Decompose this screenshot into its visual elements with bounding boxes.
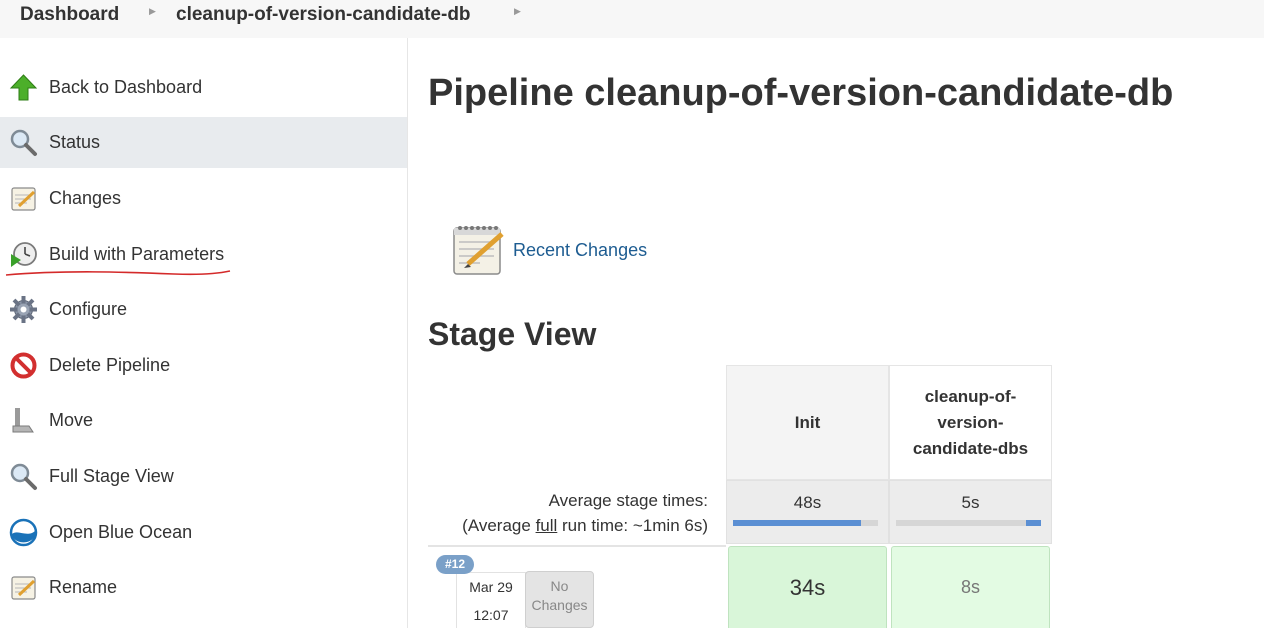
- sidebar-item-move[interactable]: Move: [0, 395, 407, 446]
- avg-time-progress: [896, 520, 1041, 526]
- sidebar-item-configure[interactable]: Configure: [0, 284, 407, 335]
- sidebar-item-label: Delete Pipeline: [49, 355, 171, 375]
- stage-run-cell-cleanup[interactable]: 8s: [891, 546, 1050, 628]
- sidebar-item-label: Rename: [49, 577, 118, 597]
- sidebar-item-full-stage-view[interactable]: Full Stage View: [0, 451, 407, 502]
- notepad-icon: [11, 187, 36, 211]
- chevron-right-icon[interactable]: ▶: [149, 6, 156, 17]
- stage-header-line: version-: [937, 412, 1004, 432]
- sidebar-item-label: Open Blue Ocean: [49, 522, 193, 542]
- sidebar-item-open-blue-ocean[interactable]: Open Blue Ocean: [0, 507, 407, 558]
- stage-run-cell-init[interactable]: 34s: [728, 546, 887, 628]
- sidebar-item-label: Back to Dashboard: [49, 77, 203, 97]
- up-arrow-icon: [9, 74, 38, 101]
- avg-time-progress: [733, 520, 878, 526]
- sidebar-item-back-to-dashboard[interactable]: Back to Dashboard: [0, 62, 407, 113]
- stage-header-label: cleanup-of- version- candidate-dbs: [913, 384, 1028, 462]
- stage-view-title: Stage View: [428, 316, 597, 352]
- move-icon: [12, 408, 34, 433]
- magnifier-icon: [10, 129, 37, 156]
- sidebar-item-label: Build with Parameters: [49, 244, 225, 264]
- notepad-icon: [11, 576, 36, 600]
- stage-header-init: Init: [726, 365, 889, 480]
- page-title: Pipeline cleanup-of-version-candidate-db: [428, 72, 1174, 114]
- breadcrumb-dashboard[interactable]: Dashboard: [20, 4, 119, 26]
- avg-suffix: run time: ~1min 6s): [557, 516, 708, 535]
- stage-header-cleanup: cleanup-of- version- candidate-dbs: [889, 365, 1052, 480]
- clock-play-icon: [11, 242, 37, 267]
- sidebar-item-status[interactable]: Status: [0, 117, 407, 168]
- avg-time-cell-cleanup: 5s: [889, 480, 1052, 544]
- stage-header-line: cleanup-of-: [924, 386, 1017, 406]
- avg-time-value: 48s: [793, 493, 822, 512]
- average-full-run-time: (Average full run time: ~1min 6s): [462, 516, 708, 536]
- build-date-cell[interactable]: Mar 29 12:07: [456, 572, 526, 628]
- sidebar-item-delete-pipeline[interactable]: Delete Pipeline: [0, 340, 407, 391]
- progress-fill: [733, 520, 861, 526]
- chevron-right-icon[interactable]: ▶: [514, 6, 521, 17]
- recent-changes-link[interactable]: Recent Changes: [513, 240, 647, 261]
- gear-icon: [10, 296, 37, 323]
- sidebar-item-changes[interactable]: Changes: [0, 173, 407, 224]
- sidebar-item-build-with-parameters[interactable]: Build with Parameters: [0, 229, 407, 280]
- avg-time-value: 5s: [961, 493, 980, 512]
- average-stage-times-label: Average stage times:: [548, 491, 708, 510]
- sidebar: Back to Dashboard Status Changes Build w…: [0, 38, 408, 628]
- avg-prefix: (Average: [462, 516, 536, 535]
- progress-fill: [1026, 520, 1041, 526]
- build-date: Mar 29: [469, 579, 513, 595]
- build-number-badge[interactable]: #12: [436, 555, 474, 574]
- no-changes-line: Changes: [531, 597, 588, 613]
- stage-header-line: candidate-dbs: [912, 438, 1029, 458]
- stage-header-label: Init: [794, 412, 821, 432]
- sidebar-item-label: Changes: [49, 188, 122, 208]
- no-changes-box: No Changes: [525, 571, 594, 628]
- notepad-icon[interactable]: [450, 220, 508, 278]
- no-entry-icon: [10, 352, 37, 379]
- blue-ocean-icon: [9, 518, 38, 547]
- sidebar-item-label: Status: [49, 132, 101, 152]
- build-time: 12:07: [473, 607, 509, 623]
- sidebar-item-label: Configure: [49, 299, 128, 319]
- sidebar-item-rename[interactable]: Rename: [0, 562, 407, 613]
- breadcrumb: Dashboard ▶ cleanup-of-version-candidate…: [0, 0, 1264, 38]
- no-changes-line: No: [550, 578, 569, 594]
- stage-view-table: Init cleanup-of- version- candidate-dbs …: [726, 365, 1052, 628]
- breadcrumb-pipeline[interactable]: cleanup-of-version-candidate-db: [176, 4, 471, 26]
- sidebar-item-label: Move: [49, 410, 94, 430]
- magnifier-icon: [10, 463, 37, 490]
- avg-time-cell-init: 48s: [726, 480, 889, 544]
- red-underline-annotation: [5, 270, 231, 276]
- sidebar-item-label: Full Stage View: [49, 466, 174, 486]
- divider: [428, 545, 726, 547]
- full-run-link[interactable]: full: [536, 516, 558, 535]
